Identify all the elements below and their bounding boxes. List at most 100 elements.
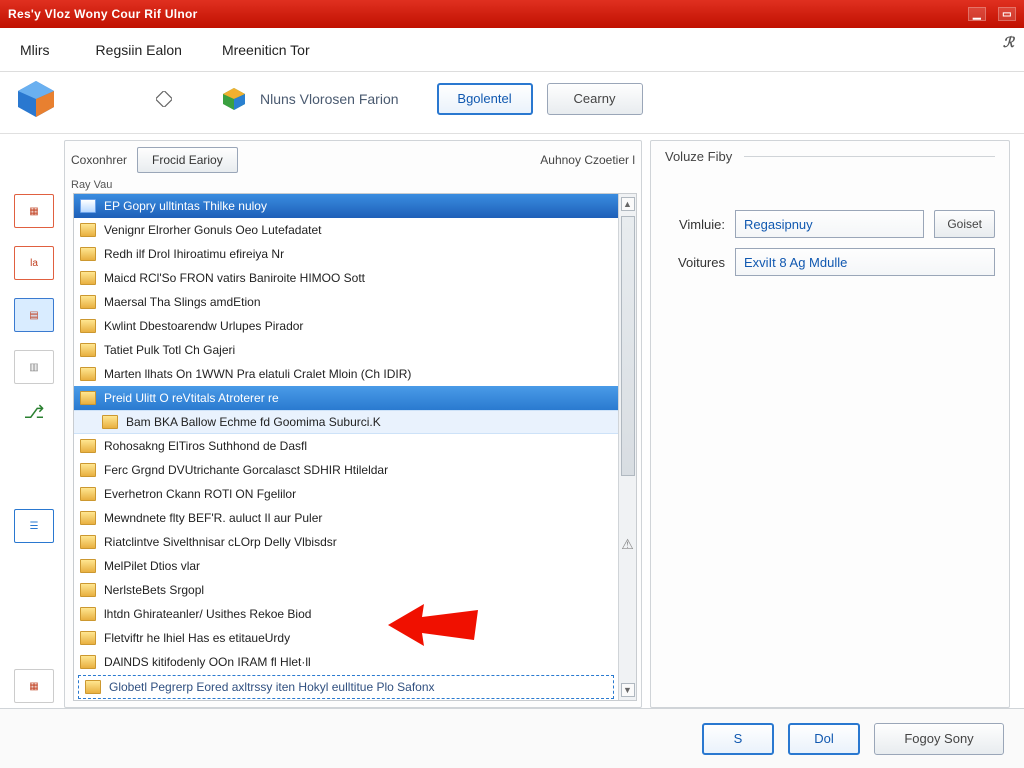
list-item-label: Mewndnete flty BEF'R. auluct Il aur Pule…	[104, 511, 322, 525]
scrollbar[interactable]: ▲ ⚠ ▼	[618, 194, 636, 700]
folder-icon	[80, 511, 96, 525]
folder-icon	[80, 655, 96, 669]
folder-icon	[80, 271, 96, 285]
strip-item-2[interactable]: la	[14, 246, 54, 280]
list-item-label: Rohosakng ElTiros Suthhond de Dasfl	[104, 439, 307, 453]
maximize-button[interactable]: ▭	[998, 7, 1016, 21]
list-item[interactable]: NerlsteBets Srgopl	[74, 578, 618, 602]
folder-icon	[102, 415, 118, 429]
left-panel-header: Coxonhrer Frocid Earioy Auhnoy Czoetier …	[65, 145, 641, 179]
list-item[interactable]: Globetl Pegrerp Eored axltrssy iten Hoky…	[78, 675, 614, 699]
folder-icon	[80, 559, 96, 573]
go-button[interactable]: Goiset	[934, 210, 995, 238]
folder-icon	[80, 295, 96, 309]
strip-item-6[interactable]: ▦	[14, 669, 54, 703]
value-data-input[interactable]: ExviIt 8 Ag Mdulle	[735, 248, 995, 276]
registry-list[interactable]: EP Gopry ulltintas Thilke nuloy Venignr E…	[74, 194, 618, 700]
left-panel: Coxonhrer Frocid Earioy Auhnoy Czoetier …	[64, 140, 642, 708]
folder-icon	[80, 607, 96, 621]
scroll-up-button[interactable]: ▲	[621, 197, 635, 211]
list-item[interactable]: lhtdn Ghirateanler/ Usithes Rekoe Biod	[74, 602, 618, 626]
list-item[interactable]: Rohosakng ElTiros Suthhond de Dasfl	[74, 434, 618, 458]
list-item-label: Marten llhats On 1WWN Pra elatuli Cralet…	[104, 367, 411, 381]
list-item[interactable]: Preid Ulitt O reVtitals Atroterer re	[74, 386, 618, 410]
list-item-label: Preid Ulitt O reVtitals Atroterer re	[104, 391, 279, 405]
list-item[interactable]: Riatclintve Sivelthnisar cLOrp Delly Vlb…	[74, 530, 618, 554]
primary-action-button[interactable]: Bgolentel	[437, 83, 533, 115]
list-item[interactable]: DAlNDS kitifodenly OOn IRAM fl Hlet·ll	[74, 650, 618, 674]
menu-item-2[interactable]: Mreeniticn Tor	[202, 34, 330, 66]
list-item[interactable]: Mewndnete flty BEF'R. auluct Il aur Pule…	[74, 506, 618, 530]
body: ▦ la ▤ ▥ ⎇ ☰ ▦ Coxonhrer Frocid Earioy A…	[0, 134, 1024, 708]
scroll-thumb[interactable]	[621, 216, 635, 476]
menu-item-0[interactable]: Mlirs	[0, 34, 76, 66]
window-title: Res'y Vloz Wony Cour Rif Ulnor	[8, 7, 198, 21]
list-item[interactable]: Redh ilf Drol Ihiroatimu efireiya Nr	[74, 242, 618, 266]
footer-btn-3[interactable]: Fogoy Sony	[874, 723, 1004, 755]
folder-icon	[80, 487, 96, 501]
footer: S Dol Fogoy Sony	[0, 708, 1024, 768]
folder-icon	[80, 343, 96, 357]
diamond-icon[interactable]	[156, 91, 172, 107]
find-button[interactable]: Frocid Earioy	[137, 147, 238, 173]
folder-icon	[80, 463, 96, 477]
folder-icon	[80, 367, 96, 381]
list-item-label: Tatiet Pulk Totl Ch Gajeri	[104, 343, 235, 357]
list-item[interactable]: Bam BKA Ballow Echme fd Goomima Suburci.…	[74, 410, 618, 434]
toolbar: Nluns Vlorosen Farion Bgolentel Cearny	[0, 72, 1024, 134]
list-item[interactable]: Kwlint Dbestoarendw Urlupes Pirador	[74, 314, 618, 338]
list-item-label: Venignr Elrorher Gonuls Oeo Lutefadatet	[104, 223, 321, 237]
list-item-label: NerlsteBets Srgopl	[104, 583, 204, 597]
folder-icon	[80, 223, 96, 237]
folder-icon	[80, 631, 96, 645]
footer-btn-1[interactable]: S	[702, 723, 774, 755]
list-item[interactable]: MelPilet Dtios vlar	[74, 554, 618, 578]
footer-btn-2[interactable]: Dol	[788, 723, 860, 755]
list-item[interactable]: Tatiet Pulk Totl Ch Gajeri	[74, 338, 618, 362]
minimize-button[interactable]: ▁	[968, 7, 986, 21]
list-item-label: EP Gopry ulltintas Thilke nuloy	[104, 199, 267, 213]
scroll-down-button[interactable]: ▼	[621, 683, 635, 697]
value-name-input[interactable]: Regasipnuy	[735, 210, 924, 238]
warning-icon: ⚠	[621, 536, 634, 553]
list-item[interactable]: Ferc Grgnd DVUtrichante Gorcalasct SDHIR…	[74, 458, 618, 482]
list-item-label: Everhetron Ckann ROTl ON Fgelilor	[104, 487, 296, 501]
folder-icon	[80, 535, 96, 549]
list-item[interactable]: Fletviftr he lhiel Has es etitaueUrdy	[74, 626, 618, 650]
folder-icon	[80, 247, 96, 261]
list-item[interactable]: Everhetron Ckann ROTl ON Fgelilor	[74, 482, 618, 506]
list-item-label: Fletviftr he lhiel Has es etitaueUrdy	[104, 631, 290, 645]
tool-label: Nluns Vlorosen Farion	[260, 91, 399, 107]
field2-label: Voitures	[665, 255, 725, 270]
folder-icon	[80, 583, 96, 597]
list-item-label: DAlNDS kitifodenly OOn IRAM fl Hlet·ll	[104, 655, 311, 669]
folder-icon	[85, 680, 101, 694]
secondary-action-button[interactable]: Cearny	[547, 83, 643, 115]
list-item[interactable]: Maicd RCl'So FRON vatirs Baniroite HIMOO…	[74, 266, 618, 290]
window: Res'y Vloz Wony Cour Rif Ulnor ▁ ▭ Mlirs…	[0, 0, 1024, 768]
menu-item-1[interactable]: Regsiin Ealon	[76, 34, 202, 66]
list-item[interactable]: EP Gopry ulltintas Thilke nuloy	[74, 194, 618, 218]
list-item[interactable]: Maersal Tha Slings amdEtion	[74, 290, 618, 314]
list-item-label: Redh ilf Drol Ihiroatimu efireiya Nr	[104, 247, 284, 261]
strip-item-3[interactable]: ▤	[14, 298, 54, 332]
right-panel: Voluze Fiby Vimluie: Regasipnuy Goiset V…	[650, 140, 1010, 708]
list-item-label: Maersal Tha Slings amdEtion	[104, 295, 261, 309]
titlebar[interactable]: Res'y Vloz Wony Cour Rif Ulnor ▁ ▭	[0, 0, 1024, 28]
list-item-label: Riatclintve Sivelthnisar cLOrp Delly Vlb…	[104, 535, 337, 549]
strip-item-4[interactable]: ▥	[14, 350, 54, 384]
strip-item-1[interactable]: ▦	[14, 194, 54, 228]
list-item-label: Ferc Grgnd DVUtrichante Gorcalasct SDHIR…	[104, 463, 388, 477]
app-icon	[14, 77, 58, 121]
strip-item-5[interactable]: ☰	[14, 509, 54, 543]
box-icon[interactable]	[220, 85, 248, 113]
folder-icon	[80, 391, 96, 405]
strip-tree-icon[interactable]: ⎇	[24, 402, 45, 423]
close-icon[interactable]: ℛ	[1003, 34, 1014, 51]
panel-label: Coxonhrer	[71, 153, 127, 167]
sub-label: Ray Vau	[65, 179, 641, 191]
list-container: EP Gopry ulltintas Thilke nuloy Venignr E…	[73, 193, 637, 701]
list-item[interactable]: Marten llhats On 1WWN Pra elatuli Cralet…	[74, 362, 618, 386]
list-item[interactable]: Venignr Elrorher Gonuls Oeo Lutefadatet	[74, 218, 618, 242]
folder-icon	[80, 319, 96, 333]
